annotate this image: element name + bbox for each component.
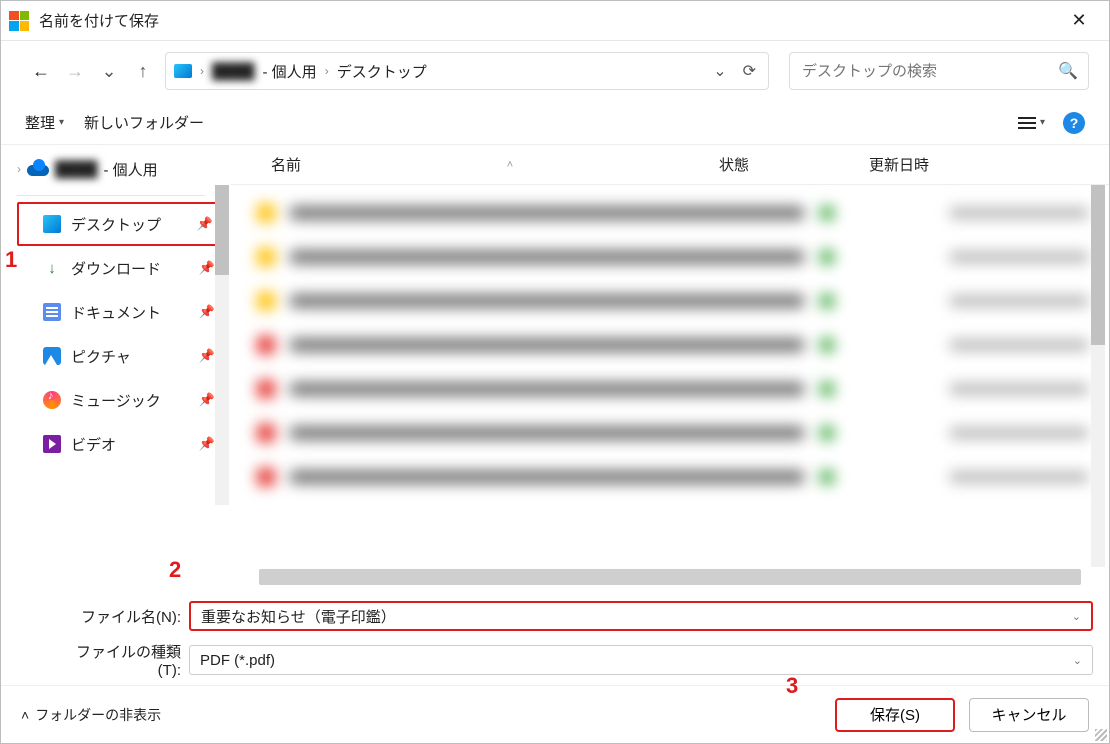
download-icon: ↓ [43, 259, 61, 277]
filename-label: ファイル名(N): [71, 606, 181, 627]
column-header-name[interactable]: 名前 [271, 154, 301, 175]
toolbar: 整理 ▾ 新しいフォルダー ▾ ? [1, 101, 1109, 145]
scrollbar-thumb[interactable] [215, 185, 229, 275]
close-icon[interactable]: ✕ [1057, 1, 1101, 41]
filetype-select[interactable]: PDF (*.pdf) ⌄ [189, 645, 1093, 675]
tree-root-personal: - 個人用 [104, 159, 158, 180]
refresh-icon[interactable]: ⟳ [739, 61, 760, 81]
list-view-icon [1018, 117, 1036, 129]
chevron-down-icon[interactable]: ⌄ [709, 61, 730, 81]
crumb-hidden[interactable]: ████ [212, 63, 255, 80]
dialog-footer: ˄ フォルダーの非表示 保存(S) キャンセル [1, 685, 1109, 743]
search-box[interactable]: 🔍 [789, 52, 1089, 90]
sidebar-item-label: ミュージック [71, 390, 161, 411]
sidebar-item-label: ビデオ [71, 434, 116, 455]
sidebar-item-downloads[interactable]: ↓ ダウンロード 📌 [17, 246, 223, 290]
sidebar-item-videos[interactable]: ビデオ 📌 [17, 422, 223, 466]
save-fields: ファイル名(N): 重要なお知らせ（電子印鑑） ⌄ ファイルの種類(T): PD… [1, 591, 1109, 685]
crumb-current[interactable]: デスクトップ [337, 61, 427, 82]
sidebar-item-music[interactable]: ミュージック 📌 [17, 378, 223, 422]
address-bar[interactable]: › ████ - 個人用 › デスクトップ ⌄ ⟳ [165, 52, 769, 90]
pin-icon[interactable]: 📌 [199, 348, 215, 364]
crumb-sep-icon: › [200, 64, 204, 78]
chevron-down-icon[interactable]: ⌄ [1073, 654, 1082, 667]
tree-root-hidden: ████ [55, 161, 98, 178]
search-input[interactable] [800, 62, 1058, 81]
organize-button[interactable]: 整理 ▾ [25, 112, 64, 133]
desktop-icon [43, 215, 61, 233]
filetype-value: PDF (*.pdf) [200, 652, 275, 669]
document-icon [43, 303, 61, 321]
file-rows-blurred [231, 185, 1109, 567]
hide-folders-label: フォルダーの非表示 [35, 705, 161, 725]
sidebar-item-desktop[interactable]: デスクトップ 📌 [17, 202, 223, 246]
scrollbar-thumb[interactable] [1091, 185, 1105, 345]
sort-asc-icon[interactable]: ˄ [507, 159, 513, 171]
sidebar-item-pictures[interactable]: ピクチャ 📌 [17, 334, 223, 378]
listing-hscrollbar[interactable] [259, 569, 1081, 585]
search-icon[interactable]: 🔍 [1058, 61, 1078, 81]
tree-root-onedrive[interactable]: › ████ - 個人用 [17, 149, 223, 189]
filename-input[interactable]: 重要なお知らせ（電子印鑑） ⌄ [189, 601, 1093, 631]
column-header-row: 名前 ˄ 状態 更新日時 [231, 145, 1109, 185]
save-button[interactable]: 保存(S) [835, 698, 955, 732]
pin-icon[interactable]: 📌 [199, 260, 215, 276]
resize-grip-icon[interactable] [1095, 729, 1107, 741]
caret-down-icon: ▾ [59, 117, 64, 128]
organize-label: 整理 [25, 112, 55, 133]
app-icon [9, 11, 29, 31]
column-header-date[interactable]: 更新日時 [869, 154, 1089, 175]
sidebar-item-documents[interactable]: ドキュメント 📌 [17, 290, 223, 334]
sidebar-item-label: デスクトップ [71, 214, 161, 235]
caret-down-icon: ▾ [1040, 117, 1045, 128]
crumb-personal[interactable]: - 個人用 [263, 61, 317, 82]
help-icon[interactable]: ? [1063, 112, 1085, 134]
hide-folders-button[interactable]: ˄ フォルダーの非表示 [21, 705, 161, 725]
pin-icon[interactable]: 📌 [197, 216, 213, 232]
folder-icon [174, 64, 192, 78]
view-button[interactable]: ▾ [1018, 117, 1045, 129]
pictures-icon [43, 347, 61, 365]
onedrive-icon [27, 162, 49, 176]
history-chevron-icon[interactable]: ⌄ [97, 59, 121, 83]
save-as-dialog: 名前を付けて保存 ✕ ← → ⌄ ↑ › ████ - 個人用 › デスクトップ… [0, 0, 1110, 744]
video-icon [43, 435, 61, 453]
cancel-button[interactable]: キャンセル [969, 698, 1089, 732]
pin-icon[interactable]: 📌 [199, 392, 215, 408]
pin-icon[interactable]: 📌 [199, 436, 215, 452]
chevron-up-icon: ˄ [21, 707, 29, 723]
up-icon[interactable]: ↑ [131, 59, 155, 83]
back-icon[interactable]: ← [29, 59, 53, 83]
sidebar-item-label: ピクチャ [71, 346, 131, 367]
column-header-state[interactable]: 状態 [719, 154, 859, 175]
chevron-down-icon[interactable]: ⌄ [1072, 610, 1081, 623]
listing-scrollbar[interactable] [1091, 185, 1105, 567]
forward-icon[interactable]: → [63, 59, 87, 83]
pin-icon[interactable]: 📌 [199, 304, 215, 320]
nav-tree: › ████ - 個人用 デスクトップ 📌 ↓ ダウンロード 📌 ドキュメント … [1, 145, 231, 591]
new-folder-button[interactable]: 新しいフォルダー [84, 112, 204, 133]
title-bar: 名前を付けて保存 ✕ [1, 1, 1109, 41]
main-area: › ████ - 個人用 デスクトップ 📌 ↓ ダウンロード 📌 ドキュメント … [1, 145, 1109, 591]
filetype-label: ファイルの種類(T): [71, 641, 181, 679]
window-title: 名前を付けて保存 [39, 10, 159, 31]
sidebar-item-label: ドキュメント [71, 302, 161, 323]
crumb-sep-icon: › [325, 64, 329, 78]
filename-value: 重要なお知らせ（電子印鑑） [201, 606, 396, 627]
nav-bar: ← → ⌄ ↑ › ████ - 個人用 › デスクトップ ⌄ ⟳ 🔍 [1, 41, 1109, 101]
music-icon [43, 391, 61, 409]
sidebar-item-label: ダウンロード [71, 258, 161, 279]
chevron-right-icon[interactable]: › [17, 162, 21, 176]
tree-scrollbar[interactable] [215, 185, 229, 505]
file-listing: 名前 ˄ 状態 更新日時 [231, 145, 1109, 591]
